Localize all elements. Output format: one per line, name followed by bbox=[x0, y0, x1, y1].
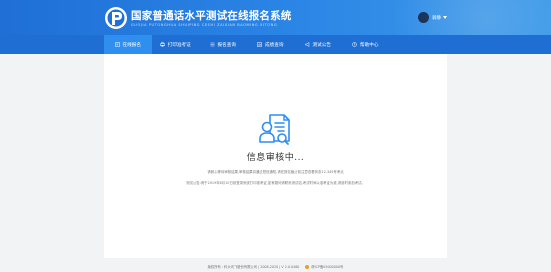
printer-icon bbox=[160, 42, 165, 47]
nav-item-registration-query[interactable]: 报名查询 bbox=[199, 35, 247, 54]
status-title: 信息审核中... bbox=[246, 153, 305, 163]
notice-message: 测试公告:请于2019年6月10日前登录系统打印准考证,如有疑问请联系测试站,考… bbox=[186, 181, 365, 185]
help-icon bbox=[352, 42, 357, 47]
app-title: 国家普通话水平测试在线报名系统 bbox=[131, 10, 292, 22]
nav-item-label: 帮助中心 bbox=[360, 42, 379, 48]
header-bar: 国家普通话水平测试在线报名系统 GUOJIA PUTONGHUA SHUIPIN… bbox=[0, 0, 551, 35]
app-subtitle: GUOJIA PUTONGHUA SHUIPING CESHI ZAIXIAN … bbox=[131, 23, 278, 27]
nav-item-test-notice[interactable]: 测试公告 bbox=[294, 35, 342, 54]
main-nav: 在线报名 打印准考证 报名查询 成绩查询 测试公告 帮助中心 bbox=[0, 35, 551, 54]
nav-item-online-registration[interactable]: 在线报名 bbox=[104, 35, 152, 54]
avatar[interactable] bbox=[418, 12, 429, 23]
nav-item-help-center[interactable]: 帮助中心 bbox=[342, 35, 390, 54]
nav-item-score-query[interactable]: 成绩查询 bbox=[247, 35, 295, 54]
nav-item-label: 打印准考证 bbox=[167, 42, 191, 48]
nav-item-print-ticket[interactable]: 打印准考证 bbox=[152, 35, 200, 54]
megaphone-icon bbox=[304, 42, 309, 47]
footer: 版权所有 : 科大讯飞股份有限公司 | 2008-2020 | V 2.0.04… bbox=[0, 264, 551, 269]
nav-item-label: 测试公告 bbox=[312, 42, 331, 48]
logo-icon bbox=[105, 7, 127, 29]
beian-link[interactable]: 皖ICP备05000000号 bbox=[311, 264, 343, 269]
document-review-icon bbox=[259, 114, 290, 145]
copyright-text: 版权所有 : 科大讯飞股份有限公司 | 2008-2020 | V 2.0.04… bbox=[207, 265, 300, 269]
police-badge-icon bbox=[305, 264, 310, 269]
nav-item-label: 在线报名 bbox=[122, 42, 141, 48]
list-icon bbox=[210, 42, 215, 47]
nav-item-label: 成绩查询 bbox=[265, 42, 284, 48]
form-icon bbox=[114, 42, 120, 47]
user-menu[interactable]: 翁静 bbox=[418, 12, 447, 23]
nav-item-label: 报名查询 bbox=[217, 42, 236, 48]
chevron-down-icon[interactable] bbox=[443, 16, 447, 19]
chart-icon bbox=[257, 42, 262, 47]
user-name[interactable]: 翁静 bbox=[432, 15, 441, 21]
status-message: 请耐心等待审核结果,审核结果将通过短信通知,请在报名截止前注意查看状态12-34… bbox=[207, 170, 344, 174]
